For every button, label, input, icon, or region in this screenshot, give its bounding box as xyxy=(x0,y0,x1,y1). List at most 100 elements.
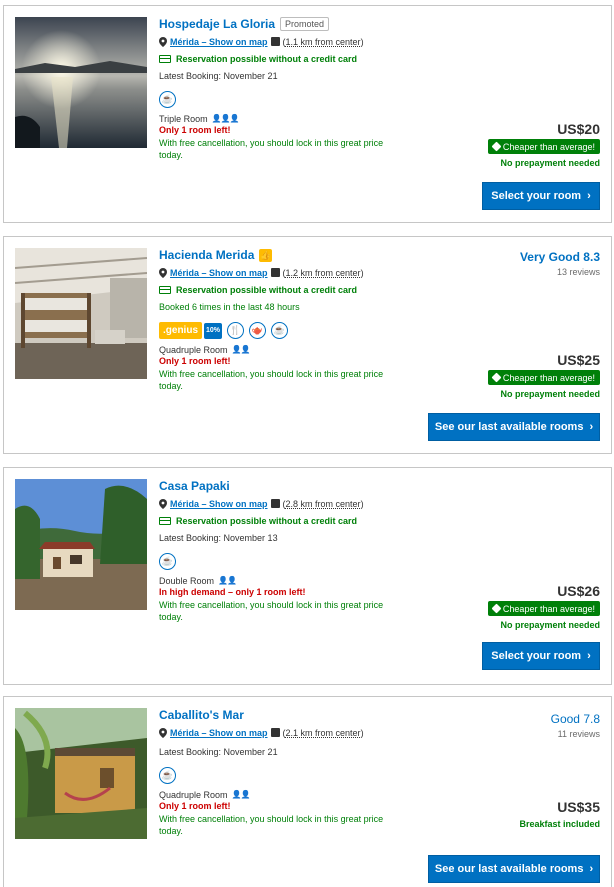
show-on-map-link[interactable]: Show on map xyxy=(209,268,268,278)
distance-icon xyxy=(270,728,280,737)
property-card: Hospedaje La Gloria Promoted Mérida – Sh… xyxy=(3,5,612,223)
property-card: Hacienda Merida 👍 Mérida – Show on map (… xyxy=(3,236,612,454)
room-type: Double Room xyxy=(159,575,215,586)
restaurant-icon: 🍴 xyxy=(227,322,245,339)
rooms-left-warning: Only 1 room left! xyxy=(159,125,231,135)
hotel-name-link[interactable]: Caballito's Mar xyxy=(159,708,244,722)
property-card: Caballito's Mar Mérida – Show on map (2.… xyxy=(3,696,612,887)
hotel-name-link[interactable]: Hospedaje La Gloria xyxy=(159,17,275,31)
show-on-map-link[interactable]: Show on map xyxy=(209,499,268,509)
latest-booking-note: Latest Booking: November 21 xyxy=(159,747,278,757)
no-credit-card-note: Reservation possible without a credit ca… xyxy=(176,516,358,526)
city-link[interactable]: Mérida – Show on map xyxy=(170,268,268,278)
show-on-map-link[interactable]: Show on map xyxy=(209,728,268,738)
cta-label: See our last available rooms xyxy=(434,863,584,875)
chevron-right-icon: › xyxy=(587,650,591,662)
cheaper-badge: Cheaper than average! xyxy=(487,370,600,385)
price: US$25 xyxy=(557,352,600,368)
cheaper-badge: Cheaper than average! xyxy=(487,139,600,154)
thumbs-up-icon: 👍 xyxy=(259,248,273,262)
bunk-room-photo xyxy=(15,248,147,379)
distance-icon xyxy=(270,499,280,508)
tag-icon xyxy=(491,141,502,152)
no-prepayment-note: No prepayment needed xyxy=(500,158,600,168)
distance-value: 2.1 km from center xyxy=(285,727,361,738)
hotel-name-link[interactable]: Hacienda Merida xyxy=(159,248,254,262)
city-name: Mérida – xyxy=(170,36,207,47)
three-persons-icon: 👤👤👤 xyxy=(211,114,240,123)
see-last-rooms-button[interactable]: See our last available rooms › xyxy=(428,413,600,441)
cheaper-label: Cheaper than average! xyxy=(502,141,595,152)
review-count: 13 reviews xyxy=(556,267,600,277)
distance-value: 2.8 km from center xyxy=(285,498,361,509)
room-type: Triple Room xyxy=(159,113,208,124)
coffee-icon: ☕ xyxy=(159,767,176,784)
genius-discount-badge: 10% xyxy=(204,322,223,339)
property-photo[interactable] xyxy=(15,708,147,839)
two-persons-icon: 👤👤 xyxy=(218,576,237,585)
distance-text: (1.1 km from center) xyxy=(282,36,364,47)
hotel-name-link[interactable]: Casa Papaki xyxy=(159,479,230,493)
free-cancellation-note: With free cancellation, you should lock … xyxy=(159,814,384,836)
city-name: Mérida – xyxy=(170,498,207,509)
room-type: Quadruple Room xyxy=(159,789,228,800)
property-photo[interactable] xyxy=(15,479,147,610)
tropical-house-photo xyxy=(15,708,147,839)
price: US$26 xyxy=(557,583,600,599)
city-link[interactable]: Mérida – Show on map xyxy=(170,37,268,47)
free-cancellation-note: With free cancellation, you should lock … xyxy=(159,369,384,391)
latest-booking-note: Latest Booking: November 21 xyxy=(159,71,278,81)
rooms-left-warning: Only 1 room left! xyxy=(159,801,231,811)
genius-badge: .genius xyxy=(159,322,203,339)
tag-icon xyxy=(491,603,502,614)
see-last-rooms-button[interactable]: See our last available rooms › xyxy=(428,855,600,883)
cta-label: Select your room xyxy=(491,190,582,202)
distance-text: (2.1 km from center) xyxy=(282,727,364,738)
property-photo[interactable] xyxy=(15,17,147,148)
coffee-icon: ☕ xyxy=(271,322,289,339)
chevron-right-icon: › xyxy=(587,190,591,202)
select-room-button[interactable]: Select your room › xyxy=(482,182,600,210)
chevron-right-icon: › xyxy=(589,421,594,433)
two-persons-icon: 👤👤 xyxy=(231,790,251,799)
distance-icon xyxy=(270,268,280,277)
map-pin-icon xyxy=(159,498,167,509)
map-pin-icon xyxy=(159,267,167,278)
breakfast-included-note: Breakfast included xyxy=(519,819,600,829)
map-pin-icon xyxy=(159,36,167,47)
free-cancellation-note: With free cancellation, you should lock … xyxy=(159,138,384,160)
cta-label: See our last available rooms xyxy=(434,421,584,433)
no-credit-card-note: Reservation possible without a credit ca… xyxy=(176,54,358,64)
show-on-map-link[interactable]: Show on map xyxy=(209,37,268,47)
tag-icon xyxy=(491,372,502,383)
select-room-button[interactable]: Select your room › xyxy=(482,642,600,670)
sunset-lake-photo xyxy=(15,17,147,148)
credit-card-icon xyxy=(159,286,171,294)
rooms-left-warning: Only 1 room left! xyxy=(159,356,231,366)
cheaper-label: Cheaper than average! xyxy=(502,603,595,614)
recent-bookings-note: Booked 6 times in the last 48 hours xyxy=(159,302,300,312)
free-cancellation-note: With free cancellation, you should lock … xyxy=(159,600,384,622)
city-link[interactable]: Mérida – Show on map xyxy=(170,728,268,738)
city-name: Mérida – xyxy=(170,727,207,738)
city-link[interactable]: Mérida – Show on map xyxy=(170,499,268,509)
latest-booking-note: Latest Booking: November 13 xyxy=(159,533,278,543)
distance-value: 1.2 km from center xyxy=(285,267,361,278)
distance-icon xyxy=(270,37,280,46)
review-score[interactable]: Good 7.8 xyxy=(551,712,600,726)
price: US$20 xyxy=(557,121,600,137)
property-photo[interactable] xyxy=(15,248,147,379)
coffee-icon: ☕ xyxy=(159,91,176,108)
rooms-left-warning: In high demand – only 1 room left! xyxy=(159,587,306,597)
chevron-right-icon: › xyxy=(589,863,594,875)
credit-card-icon xyxy=(159,55,171,63)
cheaper-label: Cheaper than average! xyxy=(502,372,595,383)
property-card: Casa Papaki Mérida – Show on map (2.8 km… xyxy=(3,467,612,685)
house-garden-photo xyxy=(15,479,147,610)
cta-label: Select your room xyxy=(491,650,582,662)
review-count: 11 reviews xyxy=(557,729,600,739)
two-persons-icon: 👤👤 xyxy=(231,345,251,354)
distance-value: 1.1 km from center xyxy=(285,36,361,47)
review-score[interactable]: Very Good 8.3 xyxy=(520,250,600,264)
room-type: Quadruple Room xyxy=(159,344,228,355)
